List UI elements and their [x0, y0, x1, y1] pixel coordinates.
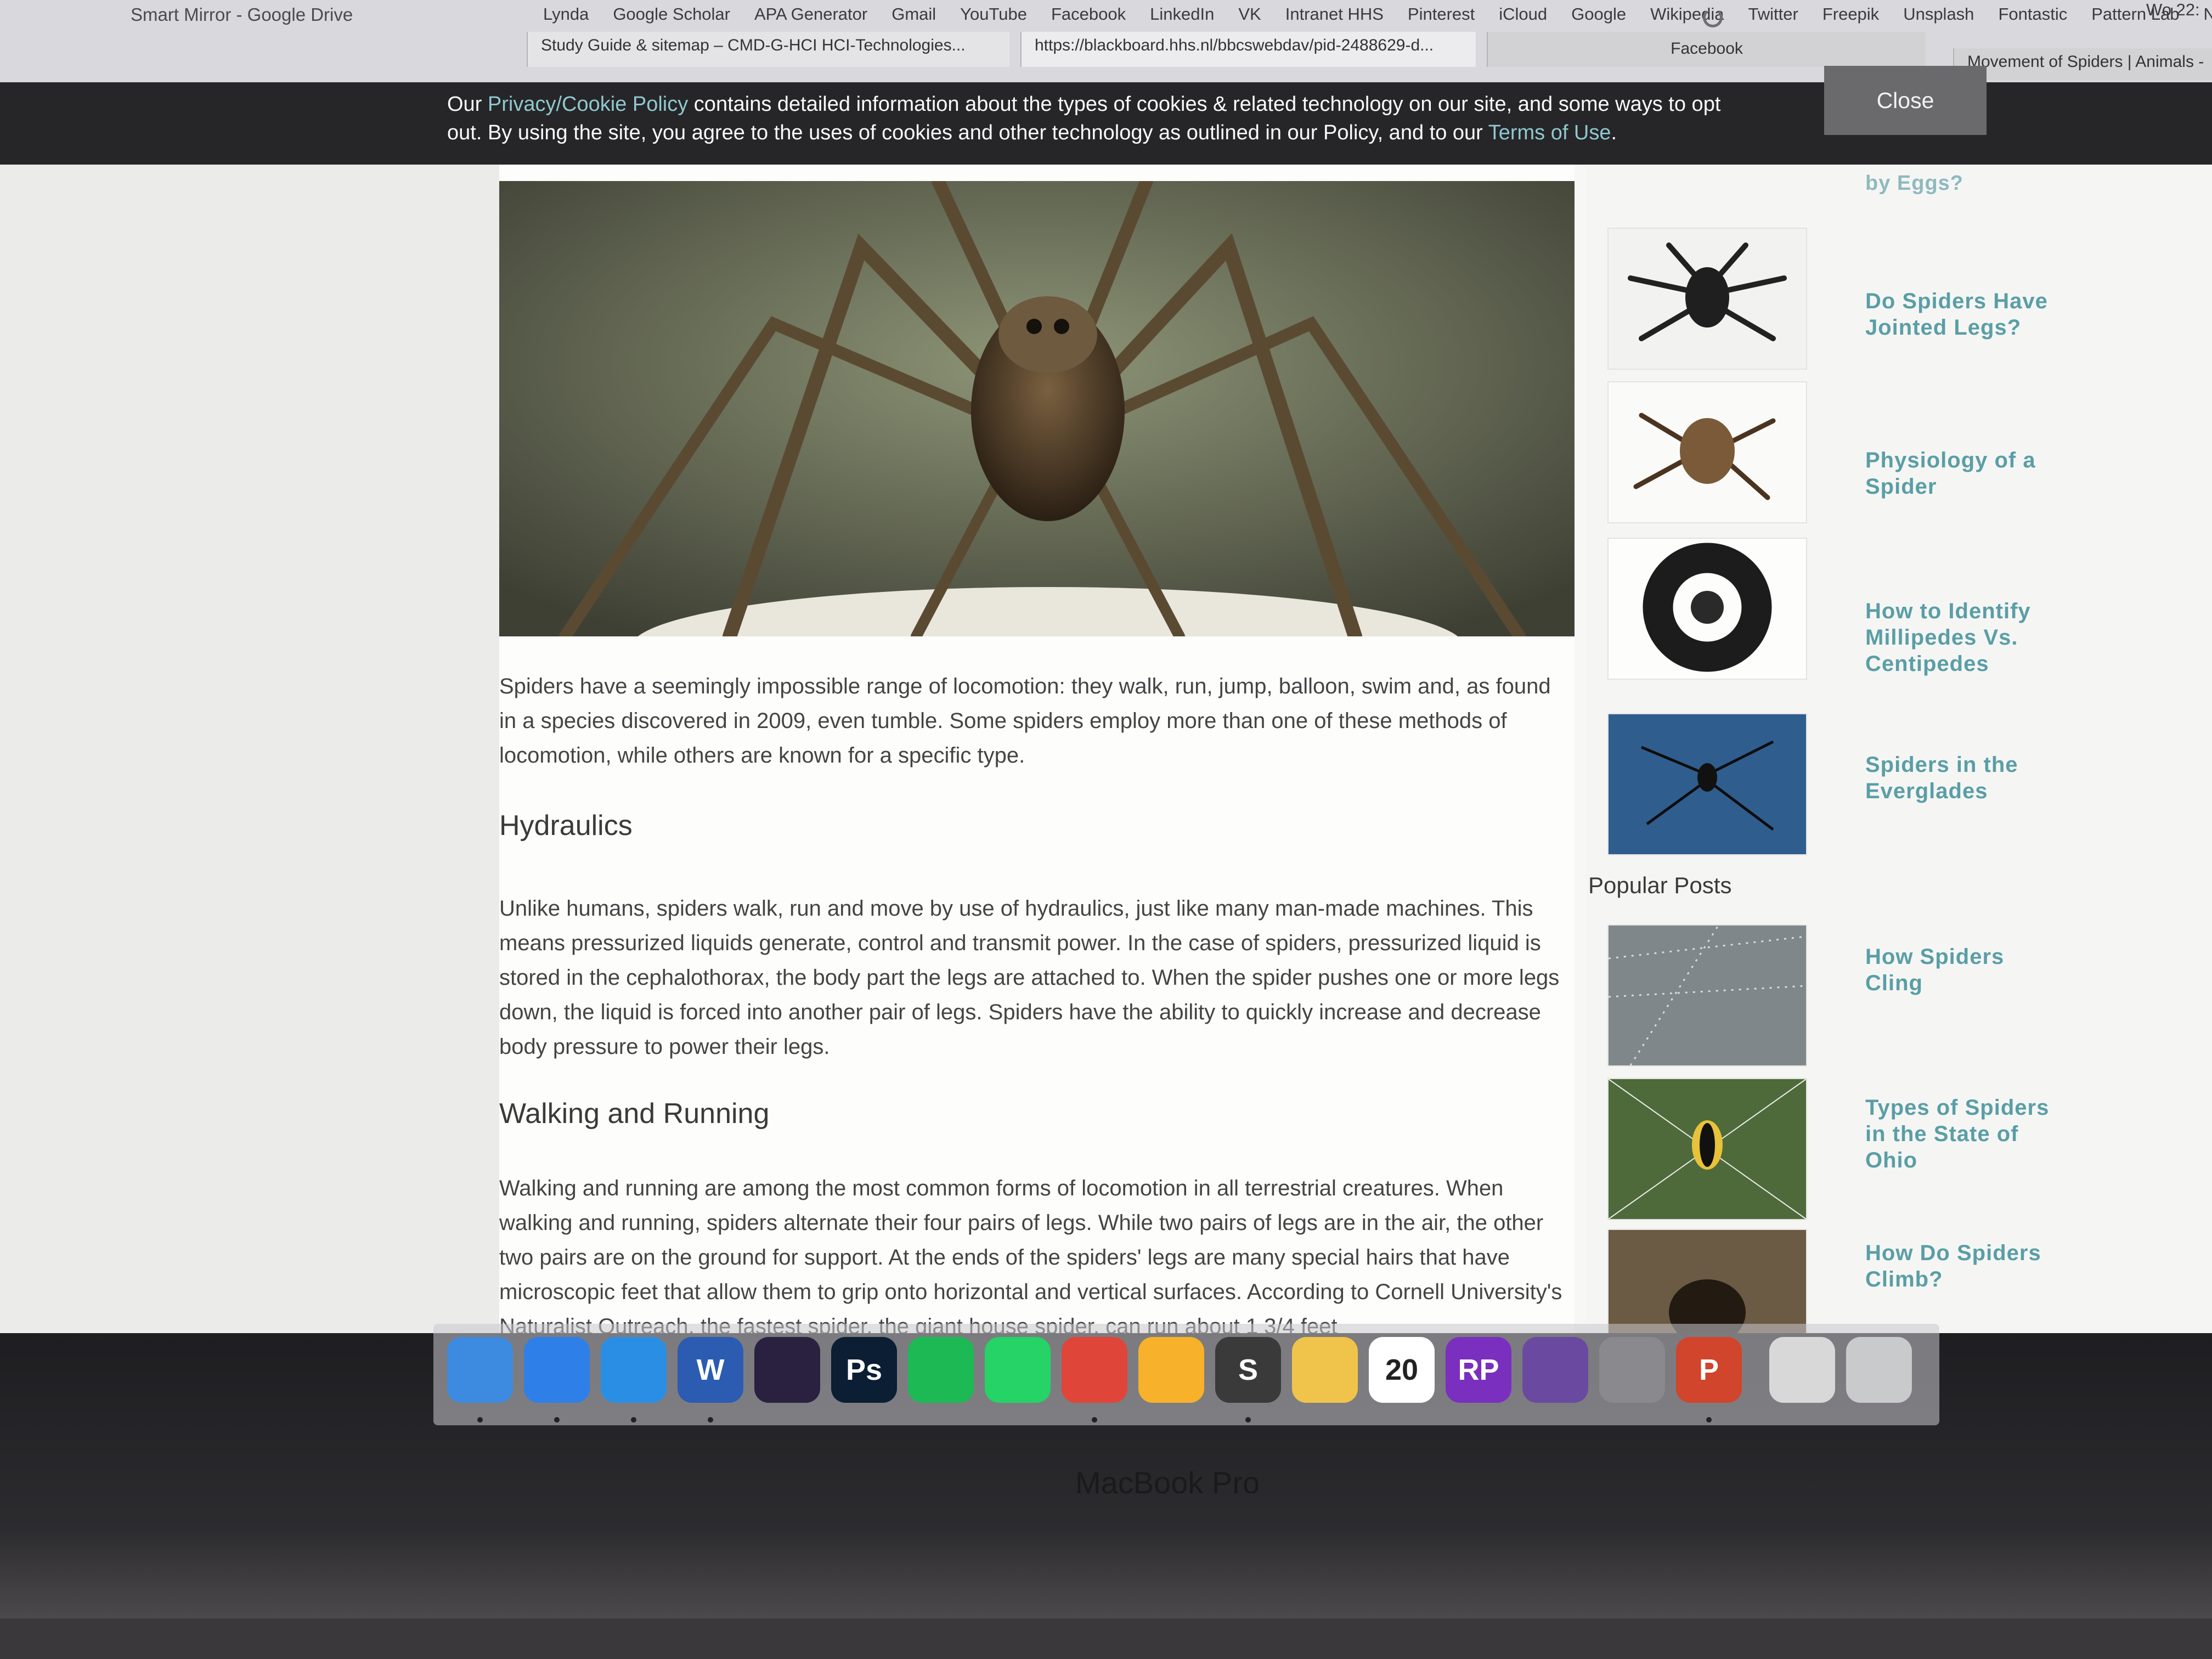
sublime-icon[interactable]: S [1215, 1337, 1281, 1403]
related-link-physiology[interactable]: Physiology of a Spider [1865, 447, 2063, 500]
sketch-icon[interactable] [1138, 1337, 1204, 1403]
photos-icon[interactable] [1292, 1337, 1358, 1403]
bookmark-item[interactable]: Intranet HHS [1285, 0, 1384, 24]
calendar-glyph: 20 [1385, 1353, 1419, 1386]
terms-of-use-link[interactable]: Terms of Use [1488, 121, 1611, 144]
menu-bar-clock: Wo 22: [2146, 0, 2200, 19]
calendar-icon[interactable]: 20 [1369, 1337, 1435, 1403]
related-link-jointed-legs[interactable]: Do Spiders Have Jointed Legs? [1865, 288, 2063, 341]
bookmark-item[interactable]: Facebook [1051, 0, 1126, 24]
siri-icon[interactable] [754, 1337, 820, 1403]
page-left-margin [0, 165, 499, 1333]
dock-running-indicator [554, 1417, 560, 1423]
article: Spiders have a seemingly impossible rang… [499, 165, 1575, 1333]
macbook-label: MacBook Pro [1075, 1465, 1260, 1500]
related-link-everglades[interactable]: Spiders in the Everglades [1865, 752, 2063, 804]
bookmark-item[interactable]: iCloud [1499, 0, 1547, 24]
photoshop-icon[interactable]: Ps [831, 1337, 897, 1403]
photoshop-glyph: Ps [845, 1353, 883, 1386]
sidebar: by Eggs? Do Spiders Have Jointed Legs? P… [1585, 165, 2212, 1333]
bookmark-item[interactable]: Noun Project [2204, 0, 2212, 24]
related-link-partial[interactable]: by Eggs? [1865, 170, 2063, 196]
axure-rp-glyph: RP [1458, 1353, 1499, 1386]
keyboard-edge [0, 1618, 2212, 1659]
bookmark-item[interactable]: Google [1571, 0, 1626, 24]
bookmark-item[interactable]: Pinterest [1408, 0, 1475, 24]
section-heading-hydraulics: Hydraulics [499, 810, 633, 842]
window-title: Smart Mirror - Google Drive [131, 4, 353, 25]
section-body-hydraulics: Unlike humans, spiders walk, run and mov… [499, 896, 1560, 1059]
bookmark-item[interactable]: Twitter [1748, 0, 1798, 24]
bookmark-item[interactable]: LinkedIn [1150, 0, 1214, 24]
bookmark-item[interactable]: Fontastic [1998, 0, 2067, 24]
dock-running-indicator [1706, 1417, 1712, 1423]
sublime-glyph: S [1238, 1353, 1259, 1386]
bookmark-item[interactable]: Gmail [891, 0, 936, 24]
thumb-how-spiders-climb[interactable] [1607, 1229, 1807, 1333]
documents-icon[interactable] [1769, 1337, 1835, 1403]
article-intro: Spiders have a seemingly impossible rang… [499, 674, 1551, 768]
popular-posts-title: Popular Posts [1588, 872, 1732, 898]
dock-running-indicator [1245, 1417, 1251, 1423]
related-link-millipedes[interactable]: How to Identify Millipedes Vs. Centipede… [1865, 598, 2063, 677]
app-store-icon[interactable] [524, 1337, 590, 1403]
word-icon[interactable]: W [678, 1337, 743, 1403]
hero-spider-image [499, 181, 1575, 636]
bookmark-item[interactable]: Unsplash [1903, 0, 1974, 24]
tab-blackboard[interactable]: https://blackboard.hhs.nl/bbcswebdav/pid… [1020, 32, 1476, 67]
tab-movement-of-spiders[interactable]: Movement of Spiders | Animals - [1953, 48, 2212, 80]
popular-link-spiders-ohio[interactable]: Types of Spiders in the State of Ohio [1865, 1094, 2063, 1173]
bookmark-item[interactable]: Google Scholar [613, 0, 730, 24]
section-heading-walking-running: Walking and Running [499, 1098, 770, 1130]
axure-rp-icon[interactable]: RP [1446, 1337, 1511, 1403]
bookmark-item[interactable]: VK [1238, 0, 1261, 24]
chrome-icon[interactable] [1062, 1337, 1127, 1403]
whatsapp-icon[interactable] [985, 1337, 1051, 1403]
trash-icon[interactable] [1846, 1337, 1912, 1403]
github-icon[interactable] [1522, 1337, 1588, 1403]
dock-running-indicator [477, 1417, 483, 1423]
powerpoint-icon[interactable]: P [1676, 1337, 1742, 1403]
thumb-spiders-ohio[interactable] [1607, 1078, 1807, 1220]
bookmark-item[interactable]: Freepik [1822, 0, 1879, 24]
bookmark-item[interactable]: APA Generator [754, 0, 867, 24]
thumb-how-spiders-cling[interactable] [1607, 924, 1807, 1066]
bookmark-item[interactable]: Lynda [543, 0, 589, 24]
system-preferences-icon[interactable] [1599, 1337, 1665, 1403]
reload-icon[interactable] [1703, 8, 1723, 27]
thumb-everglades[interactable] [1607, 713, 1807, 855]
thumb-physiology[interactable] [1607, 381, 1807, 523]
cookie-message: Our Privacy/Cookie Policy contains detai… [447, 93, 1721, 144]
popular-link-how-spiders-climb[interactable]: How Do Spiders Climb? [1865, 1240, 2063, 1293]
tab-facebook[interactable]: Facebook [1487, 32, 1926, 67]
safari-icon[interactable] [601, 1337, 667, 1403]
page-content: Spiders have a seemingly impossible rang… [0, 165, 2212, 1333]
bookmarks-bar: Lynda Google Scholar APA Generator Gmail You… [543, 0, 2212, 24]
dock-running-indicator [708, 1417, 713, 1423]
section-body-walking-running: Walking and running are among the most c… [499, 1176, 1562, 1333]
tab-study-guide[interactable]: Study Guide & sitemap – CMD-G-HCI HCI-Te… [527, 32, 1009, 67]
thumb-jointed-legs[interactable] [1607, 228, 1807, 370]
word-glyph: W [696, 1353, 725, 1386]
dock-running-indicator [631, 1417, 636, 1423]
popular-link-how-spiders-cling[interactable]: How Spiders Cling [1865, 944, 2063, 996]
finder-icon[interactable] [447, 1337, 513, 1403]
privacy-policy-link[interactable]: Privacy/Cookie Policy [488, 93, 688, 116]
spotify-icon[interactable] [908, 1337, 974, 1403]
thumb-millipedes[interactable] [1607, 538, 1807, 680]
dock-running-indicator [1092, 1417, 1097, 1423]
powerpoint-glyph: P [1699, 1353, 1719, 1386]
cookie-close-button[interactable]: Close [1824, 66, 1987, 135]
macos-dock: W Ps S 20 RP P [433, 1324, 1939, 1425]
bookmark-item[interactable]: YouTube [960, 0, 1027, 24]
